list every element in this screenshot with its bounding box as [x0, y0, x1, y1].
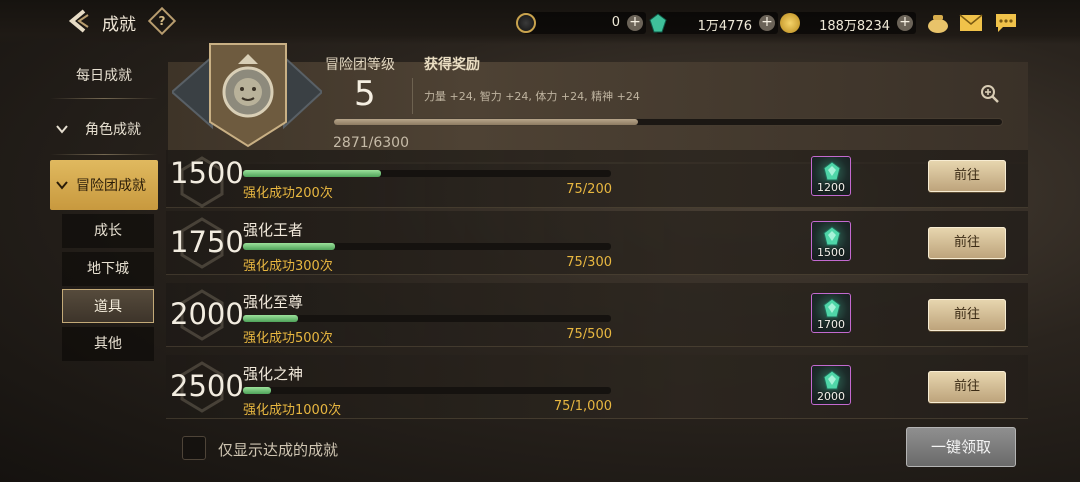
currency-gem: 1万4776 +: [649, 12, 778, 34]
gem-icon: [649, 13, 667, 33]
go-button[interactable]: 前往: [928, 299, 1006, 331]
coin-c-icon: [516, 13, 536, 33]
gold-coin-icon: [780, 13, 800, 33]
achievement-progress-fill: [243, 243, 335, 250]
show-completed-checkbox[interactable]: [182, 436, 206, 460]
achievement-progress-bar: [243, 387, 611, 394]
achievement-condition: 强化成功200次: [243, 186, 333, 201]
subitem-items[interactable]: 道具: [62, 289, 154, 323]
chat-icon[interactable]: [994, 12, 1018, 34]
achievement-progress-bar: [243, 243, 611, 250]
add-coin-button[interactable]: +: [627, 15, 643, 31]
achievement-progress-bar: [243, 315, 611, 322]
reward-item[interactable]: 2000: [811, 365, 851, 405]
achievement-points: 1750: [170, 225, 244, 259]
currency-gold: 188万8234 +: [780, 12, 916, 34]
reward-count: 2000: [817, 390, 845, 403]
achievement-name: 强化至尊: [243, 293, 304, 311]
achievement-name: 强化之神: [243, 365, 304, 383]
reward-item[interactable]: 1200: [811, 156, 851, 196]
sidebar-divider: [50, 98, 158, 99]
emerald-crystal-icon: [823, 226, 841, 246]
achievement-progress-text: 75/1,000: [553, 399, 612, 414]
header-divider: [412, 78, 413, 114]
reward-item[interactable]: 1700: [811, 293, 851, 333]
achievement-progress-bar: [243, 170, 611, 177]
reward-count: 1500: [817, 246, 845, 259]
achievement-progress-fill: [243, 170, 381, 177]
achievement-condition: 强化成功300次: [243, 259, 333, 274]
emerald-crystal-icon: [823, 161, 841, 181]
adventure-level-value: 5: [354, 74, 376, 114]
reward-count: 1700: [817, 318, 845, 331]
sidebar-divider: [50, 154, 158, 155]
achievement-row: 1500 强化成功200次 75/200 1200 前往: [166, 150, 1028, 208]
go-button[interactable]: 前往: [928, 371, 1006, 403]
currency-coin: 0 +: [516, 12, 646, 34]
achievement-condition: 强化成功1000次: [243, 403, 342, 418]
achievement-progress-fill: [243, 387, 271, 394]
sidebar-item-adventure[interactable]: 冒险团成就: [50, 160, 158, 210]
achievement-row: 2500 强化之神 强化成功1000次 75/1,000 2000 前往: [166, 355, 1028, 419]
achievement-progress-fill: [243, 315, 299, 322]
emerald-crystal-icon: [823, 370, 841, 390]
achievement-row: 2000 强化至尊 强化成功500次 75/500 1700 前往: [166, 283, 1028, 347]
achievement-points: 2000: [170, 297, 244, 331]
xp-progress-fill: [334, 119, 639, 125]
emerald-crystal-icon: [823, 298, 841, 318]
subitem-growth[interactable]: 成长: [62, 214, 154, 248]
go-button[interactable]: 前往: [928, 160, 1006, 192]
subitem-dungeon[interactable]: 地下城: [62, 252, 154, 286]
back-arrow-icon[interactable]: [66, 8, 92, 34]
reward-stats: 力量 +24, 智力 +24, 体力 +24, 精神 +24: [424, 90, 640, 103]
add-gem-button[interactable]: +: [759, 15, 775, 31]
reward-count: 1200: [817, 181, 845, 194]
adventure-emblem-icon: [172, 43, 322, 148]
reward-item[interactable]: 1500: [811, 221, 851, 261]
sidebar-item-character[interactable]: 角色成就: [50, 104, 158, 154]
mail-icon[interactable]: [959, 12, 983, 34]
reward-label: 获得奖励: [424, 57, 480, 73]
xp-progress-text: 2871/6300: [333, 135, 409, 151]
show-completed-label: 仅显示达成的成就: [218, 441, 339, 459]
subitem-other[interactable]: 其他: [62, 327, 154, 361]
adventure-level-label: 冒险团等级: [325, 57, 395, 73]
chevron-down-icon: [56, 125, 68, 134]
add-gold-button[interactable]: +: [897, 15, 913, 31]
achievement-points: 2500: [170, 369, 244, 403]
claim-all-button[interactable]: 一键领取: [906, 427, 1016, 467]
achievement-progress-text: 75/300: [566, 255, 612, 270]
xp-progress-bar: [333, 118, 1003, 126]
achievement-name: 强化王者: [243, 221, 304, 239]
sidebar-item-daily[interactable]: 每日成就: [50, 50, 158, 100]
achievement-progress-text: 75/500: [566, 327, 612, 342]
achievement-progress-text: 75/200: [566, 182, 612, 197]
zoom-in-icon[interactable]: [980, 84, 1000, 104]
go-button[interactable]: 前往: [928, 227, 1006, 259]
achievement-row: 1750 强化王者 强化成功300次 75/300 1500 前往: [166, 211, 1028, 275]
page-title: 成就: [102, 15, 136, 35]
achievement-condition: 强化成功500次: [243, 331, 333, 346]
achievement-points: 1500: [170, 156, 244, 190]
bag-icon[interactable]: [926, 12, 950, 34]
